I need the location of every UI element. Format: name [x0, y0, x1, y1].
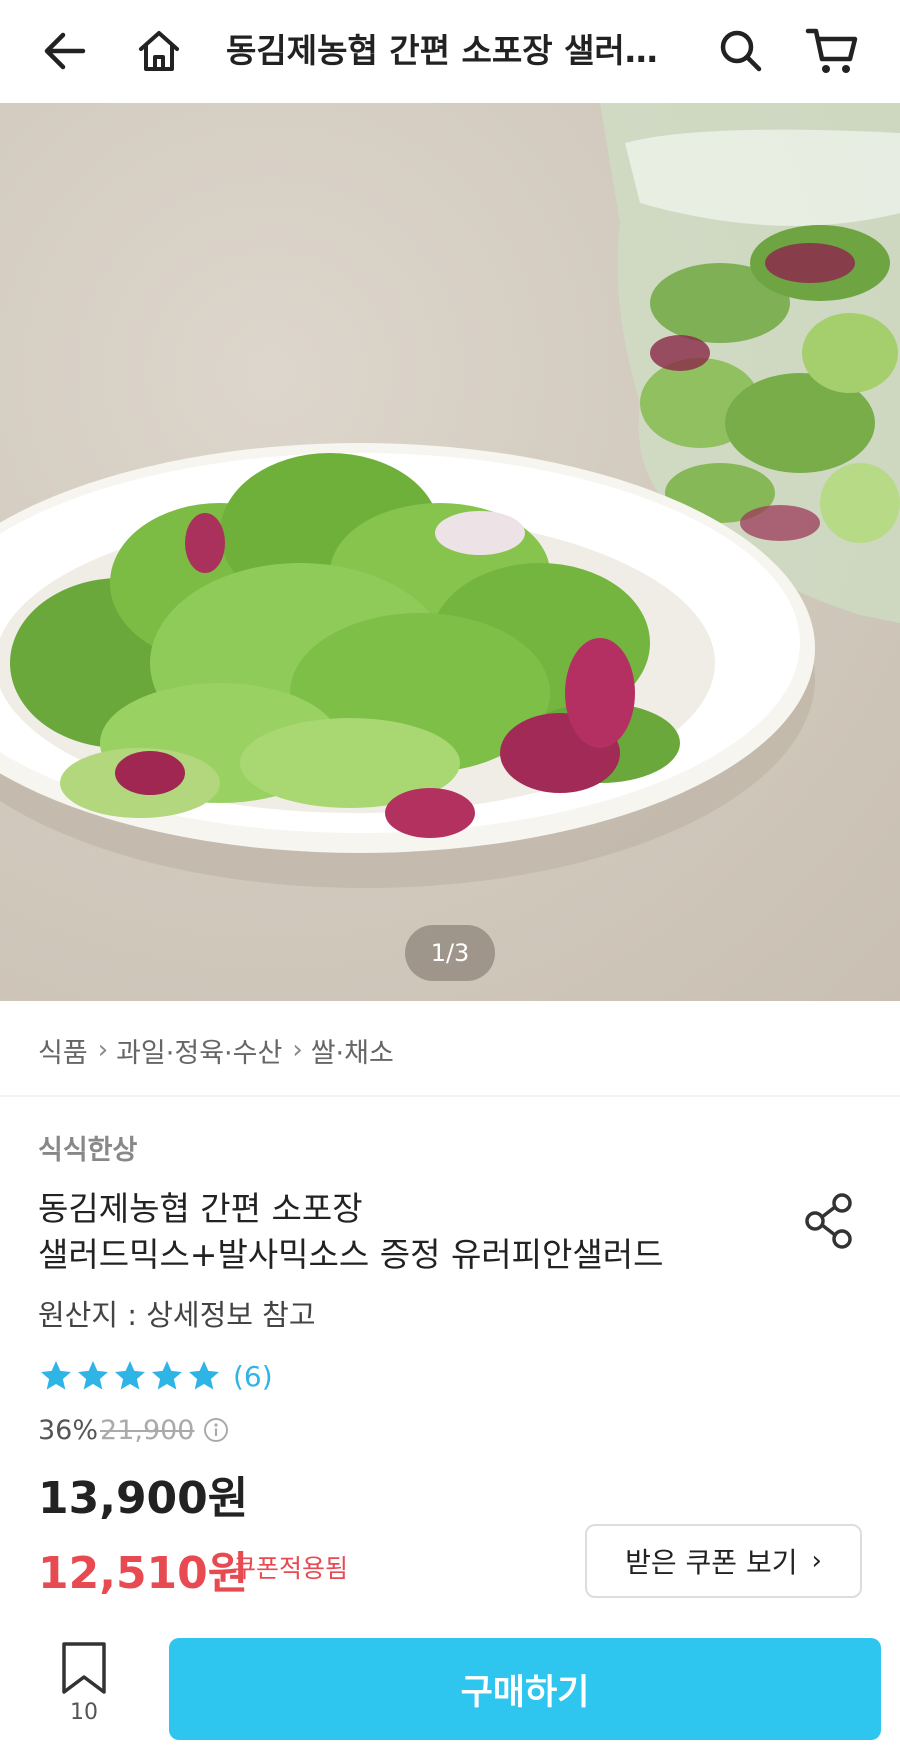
product-title-line2: 샐러드믹스+발사믹소스 증정 유러피안샐러드: [38, 1235, 664, 1274]
breadcrumb-item[interactable]: 식품: [38, 1031, 88, 1070]
buy-button[interactable]: 구매하기: [169, 1638, 881, 1740]
coupon-applied-label: 쿠폰적용됨: [233, 1554, 349, 1583]
wishlist-button[interactable]: 10: [54, 1640, 114, 1740]
salad-illustration: [0, 103, 900, 888]
star-icon: [152, 1361, 182, 1390]
back-arrow-icon[interactable]: [36, 22, 94, 80]
home-icon[interactable]: [130, 22, 188, 80]
section-divider: [0, 1095, 900, 1097]
info-icon[interactable]: [203, 1417, 229, 1443]
image-pager: 1/3: [405, 925, 495, 981]
star-icon: [115, 1361, 145, 1390]
star-icon: [189, 1361, 219, 1390]
search-icon[interactable]: [712, 22, 770, 80]
sale-price: 13,900원: [38, 1473, 249, 1524]
view-coupons-label: 받은 쿠폰 보기: [625, 1546, 798, 1579]
bookmark-icon: [62, 1642, 106, 1694]
seller-name[interactable]: 식식한상: [38, 1128, 137, 1167]
star-icon: [78, 1361, 108, 1390]
wishlist-count: 10: [70, 1700, 98, 1725]
rating[interactable]: (6): [38, 1356, 273, 1396]
discount-rate: 36%: [38, 1414, 99, 1446]
share-icon[interactable]: [800, 1190, 858, 1252]
chevron-right-icon: ›: [97, 1035, 109, 1065]
cart-icon[interactable]: [803, 22, 861, 80]
discount-row: 36% 21,900: [38, 1412, 229, 1448]
product-title: 동김제농협 간편 소포장 샐러드믹스+발사믹소스 증정 유러피안샐러드: [38, 1186, 778, 1278]
breadcrumb-item[interactable]: 쌀·채소: [311, 1031, 394, 1070]
chevron-right-icon: ›: [811, 1546, 822, 1576]
original-price: 21,900: [100, 1414, 195, 1446]
origin-info: 원산지 : 상세정보 참고: [38, 1298, 316, 1332]
salad-bowl-image: [0, 443, 815, 888]
product-title-line1: 동김제농협 간편 소포장: [38, 1189, 363, 1228]
view-coupons-button[interactable]: 받은 쿠폰 보기 ›: [585, 1524, 862, 1598]
page-title: 동김제농협 간편 소포장 샐러드믹스+발사믹소스 증정 유러피안샐러드: [226, 31, 666, 70]
star-icon: [41, 1361, 71, 1390]
breadcrumb: 식품 › 과일·정육·수산 › 쌀·채소: [38, 1030, 394, 1070]
review-count: (6): [233, 1359, 273, 1393]
coupon-price: 12,510원: [38, 1548, 249, 1599]
breadcrumb-item[interactable]: 과일·정육·수산: [116, 1031, 282, 1070]
top-app-bar: 동김제농협 간편 소포장 샐러드믹스+발사믹소스 증정 유러피안샐러드: [0, 0, 900, 103]
chevron-right-icon: ›: [292, 1035, 303, 1065]
product-image[interactable]: 1/3: [0, 103, 900, 1001]
